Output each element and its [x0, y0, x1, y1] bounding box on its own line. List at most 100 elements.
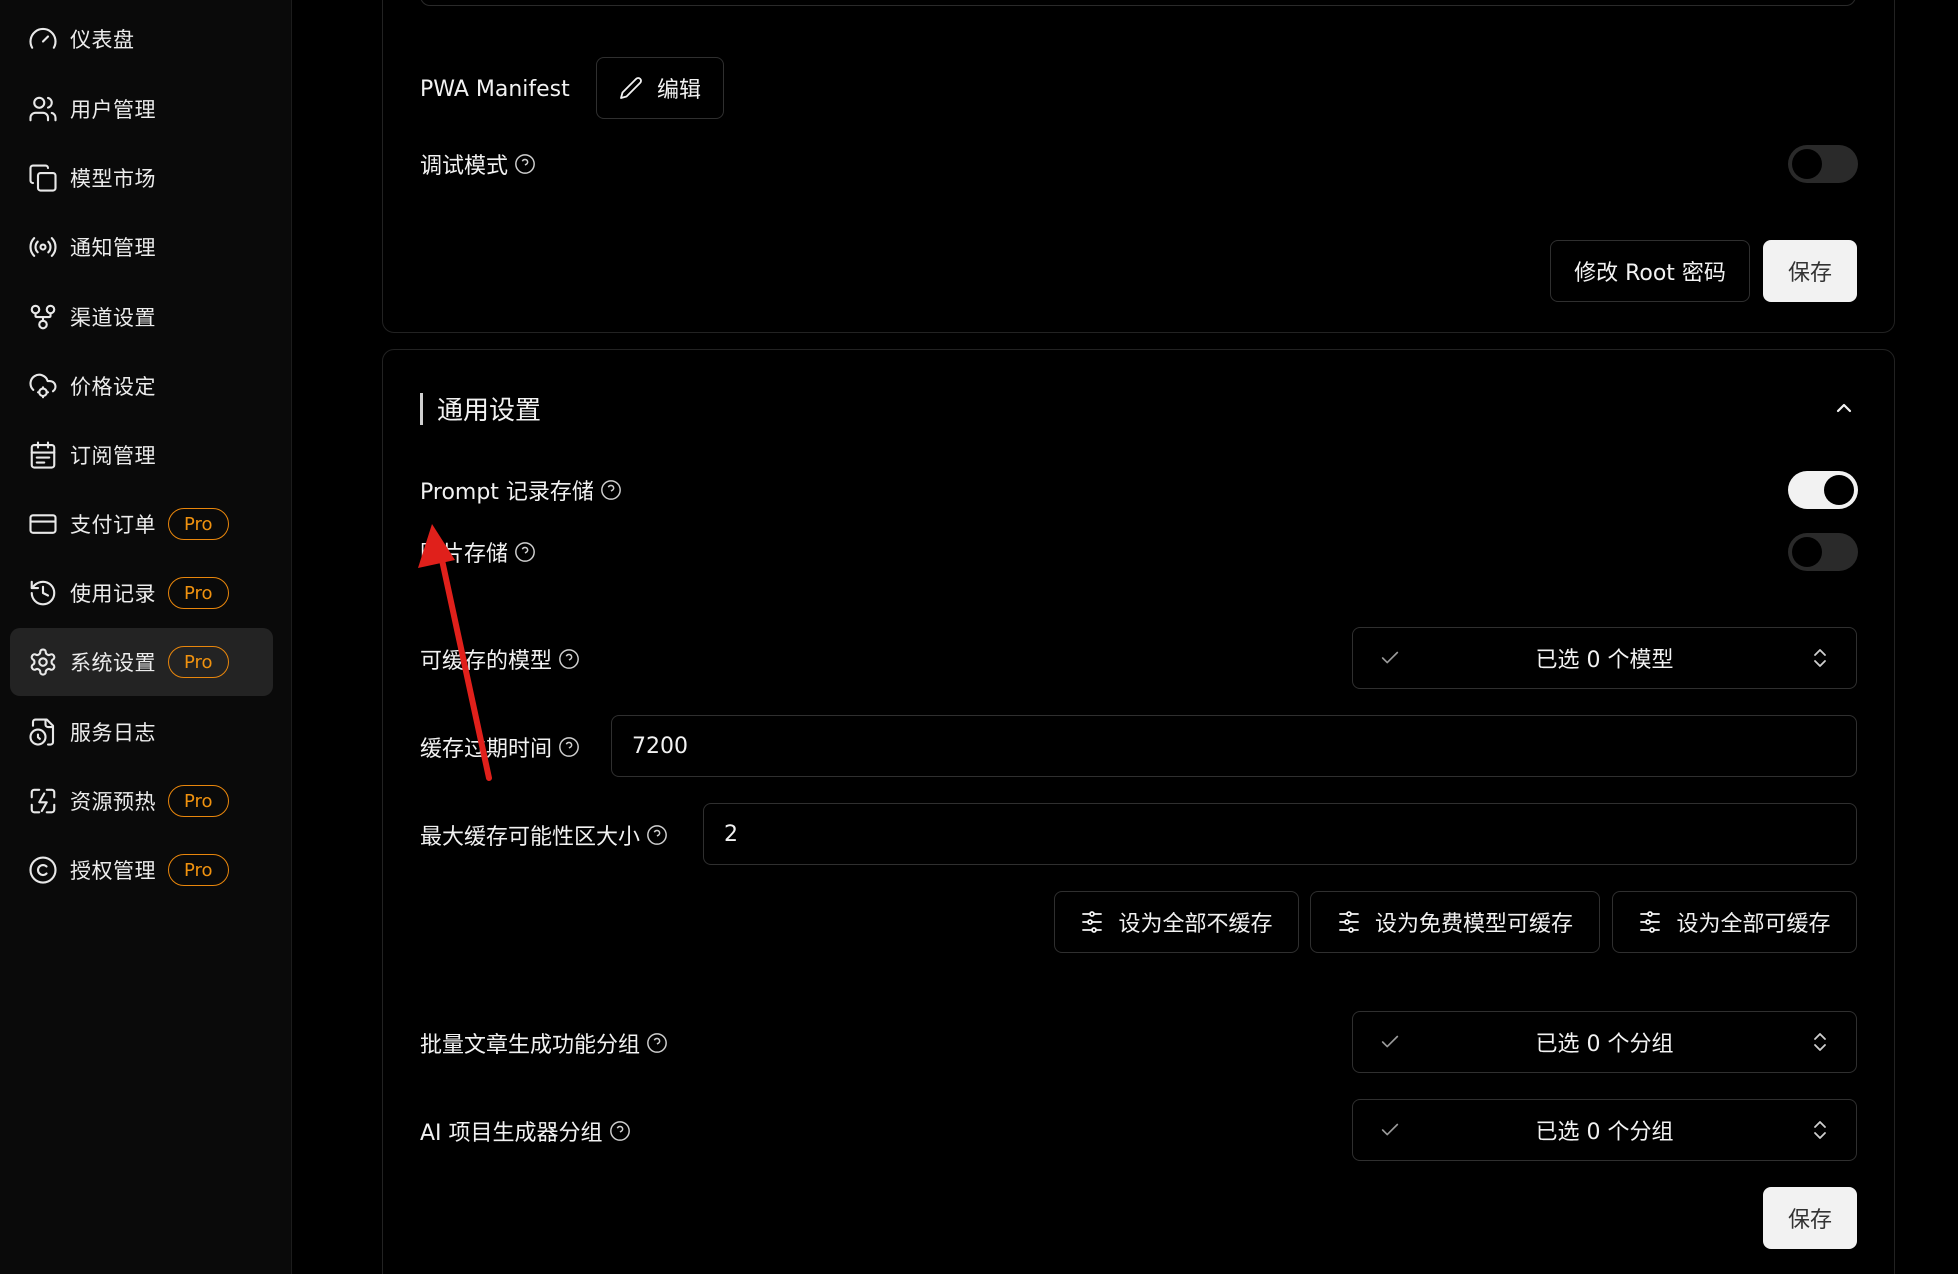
select-value: 已选 0 个分组 [1535, 1032, 1674, 1057]
debug-mode-label: 调试模式 [420, 144, 536, 184]
image-storage-toggle[interactable] [1788, 533, 1858, 571]
sidebar-item-label: 系统设置 [70, 651, 156, 675]
history-icon [28, 578, 58, 608]
sidebar-item-payment-orders[interactable]: 支付订单 Pro [10, 490, 273, 558]
users-icon [28, 94, 58, 124]
sidebar-item-model-market[interactable]: 模型市场 [10, 144, 273, 212]
sidebar-item-usage-logs[interactable]: 使用记录 Pro [10, 559, 273, 627]
edit-pwa-label: 编辑 [656, 78, 701, 103]
pro-badge: Pro [168, 508, 229, 540]
cacheable-models-label: 可缓存的模型 [420, 639, 580, 679]
pro-badge: Pro [168, 785, 229, 817]
help-circle-icon[interactable] [609, 1120, 631, 1142]
calendar-icon [28, 440, 58, 470]
debug-mode-toggle[interactable] [1788, 145, 1858, 183]
sidebar-item-label: 授权管理 [70, 859, 156, 883]
set-none-cacheable-label: 设为全部不缓存 [1118, 912, 1273, 937]
help-circle-icon[interactable] [646, 824, 668, 846]
batch-article-group-text: 批量文章生成功能分组 [420, 1033, 641, 1058]
pro-badge: Pro [168, 854, 229, 886]
chevron-up-icon[interactable] [1832, 396, 1856, 420]
radio-icon [28, 232, 58, 262]
prompt-storage-text: Prompt 记录存储 [420, 480, 594, 505]
sidebar-item-label: 资源预热 [70, 790, 156, 814]
change-root-password-button[interactable]: 修改 Root 密码 [1550, 240, 1750, 302]
save-button[interactable]: 保存 [1763, 240, 1857, 302]
help-circle-icon[interactable] [514, 153, 536, 175]
max-cache-size-input[interactable] [703, 803, 1857, 865]
copyright-icon [28, 855, 58, 885]
sidebar-item-label: 支付订单 [70, 513, 156, 537]
select-value: 已选 0 个模型 [1535, 648, 1674, 673]
select-value: 已选 0 个分组 [1535, 1120, 1674, 1145]
help-circle-icon[interactable] [646, 1032, 668, 1054]
image-storage-text: 图片存储 [420, 542, 509, 567]
sidebar: 仪表盘 用户管理 模型市场 通知管理 渠道设置 价格设定 订阅管理 支付订单 P… [0, 0, 292, 1274]
save-button[interactable]: 保存 [1763, 1187, 1857, 1249]
section-title-text: 通用设置 [437, 396, 542, 426]
batch-article-group-select[interactable]: 已选 0 个分组 [1352, 1011, 1857, 1073]
sidebar-item-pricing[interactable]: 价格设定 [10, 352, 273, 420]
pro-badge: Pro [168, 646, 229, 678]
sidebar-item-label: 模型市场 [70, 167, 156, 191]
sidebar-item-subscriptions[interactable]: 订阅管理 [10, 421, 273, 489]
sidebar-item-label: 价格设定 [70, 375, 156, 399]
settings-icon [28, 647, 58, 677]
sidebar-item-label: 订阅管理 [70, 444, 156, 468]
file-clock-icon [28, 717, 58, 747]
help-circle-icon[interactable] [558, 648, 580, 670]
sliders-icon [1339, 911, 1359, 933]
copy-icon [28, 163, 58, 193]
scrolled-input[interactable] [420, 0, 1856, 6]
cache-ttl-input[interactable] [611, 715, 1857, 777]
cacheable-models-select[interactable]: 已选 0 个模型 [1352, 627, 1857, 689]
git-fork-icon [28, 302, 58, 332]
toggle-knob [1792, 149, 1822, 179]
sidebar-item-notifications[interactable]: 通知管理 [10, 213, 273, 281]
cloud-cog-icon [28, 371, 58, 401]
help-circle-icon[interactable] [600, 479, 622, 501]
help-circle-icon[interactable] [514, 541, 536, 563]
sidebar-item-license[interactable]: 授权管理 Pro [10, 836, 273, 904]
sidebar-item-users[interactable]: 用户管理 [10, 75, 273, 143]
pwa-manifest-label: PWA Manifest [420, 76, 570, 102]
site-settings-card: PWA Manifest 编辑 调试模式 修改 Root 密码 保存 [382, 0, 1895, 333]
sliders-icon [1082, 911, 1103, 933]
edit-pwa-button[interactable]: 编辑 [596, 57, 724, 119]
sidebar-item-label: 服务日志 [70, 721, 156, 745]
cacheable-models-text: 可缓存的模型 [420, 649, 553, 674]
ai-project-group-label: AI 项目生成器分组 [420, 1111, 631, 1151]
sidebar-item-label: 渠道设置 [70, 306, 156, 330]
max-cache-size-label: 最大缓存可能性区大小 [420, 815, 668, 855]
chevrons-up-down-icon [1810, 1030, 1830, 1054]
set-all-cacheable-label: 设为全部可缓存 [1676, 912, 1831, 937]
sidebar-item-service-logs[interactable]: 服务日志 [10, 698, 273, 766]
set-free-cacheable-label: 设为免费模型可缓存 [1374, 912, 1573, 937]
sidebar-item-label: 通知管理 [70, 236, 156, 260]
sidebar-item-dashboard[interactable]: 仪表盘 [10, 5, 273, 73]
prompt-storage-toggle[interactable] [1788, 471, 1858, 509]
pencil-icon [620, 77, 642, 99]
sidebar-item-resource-preheat[interactable]: 资源预热 Pro [10, 767, 273, 835]
set-all-cacheable-button[interactable]: 设为全部可缓存 [1612, 891, 1857, 953]
ai-project-group-select[interactable]: 已选 0 个分组 [1352, 1099, 1857, 1161]
sidebar-item-label: 用户管理 [70, 98, 156, 122]
set-free-cacheable-button[interactable]: 设为免费模型可缓存 [1310, 891, 1600, 953]
batch-article-group-label: 批量文章生成功能分组 [420, 1023, 668, 1063]
image-storage-label: 图片存储 [420, 532, 536, 572]
set-none-cacheable-button[interactable]: 设为全部不缓存 [1054, 891, 1299, 953]
toggle-knob [1824, 475, 1854, 505]
help-circle-icon[interactable] [558, 736, 580, 758]
general-settings-card: 通用设置 Prompt 记录存储 图片存储 可缓存的模型 已选 0 个模型 缓存… [382, 349, 1895, 1274]
cache-ttl-text: 缓存过期时间 [420, 737, 553, 762]
ai-project-group-text: AI 项目生成器分组 [420, 1121, 603, 1146]
sidebar-item-system-settings[interactable]: 系统设置 Pro [10, 628, 273, 696]
sidebar-item-channels[interactable]: 渠道设置 [10, 283, 273, 351]
app-root: 仪表盘 用户管理 模型市场 通知管理 渠道设置 价格设定 订阅管理 支付订单 P… [0, 0, 1958, 1274]
section-title-bar [420, 392, 423, 425]
sidebar-item-label: 使用记录 [70, 582, 156, 606]
zap-box-icon [28, 786, 58, 816]
chevrons-up-down-icon [1810, 646, 1830, 670]
chevrons-up-down-icon [1810, 1118, 1830, 1142]
toggle-knob [1792, 537, 1822, 567]
